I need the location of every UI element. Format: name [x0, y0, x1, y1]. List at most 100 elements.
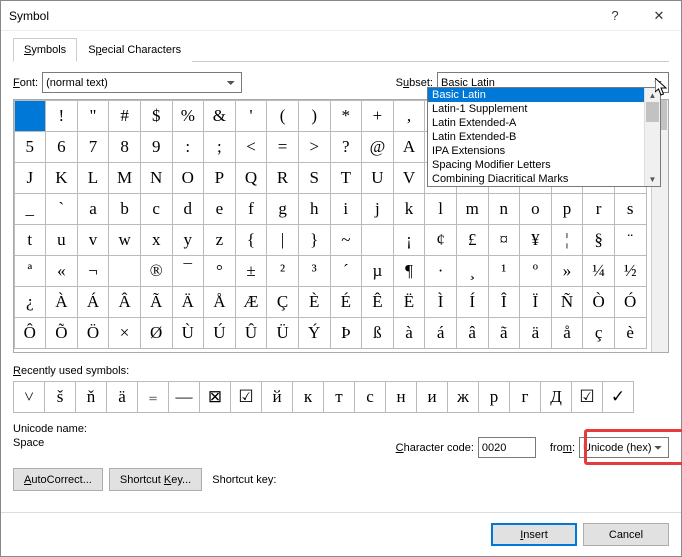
symbol-cell[interactable]: Ì	[424, 286, 457, 318]
symbol-cell[interactable]: ?	[330, 131, 363, 163]
symbol-cell[interactable]: P	[203, 162, 236, 194]
recent-symbol-cell[interactable]: т	[323, 381, 355, 413]
symbol-cell[interactable]: «	[45, 255, 78, 287]
subset-dropdown-popup[interactable]: Basic LatinLatin-1 SupplementLatin Exten…	[427, 87, 661, 187]
symbol-cell[interactable]: {	[235, 224, 268, 256]
symbol-cell[interactable]: M	[108, 162, 141, 194]
shortcut-key-button[interactable]: Shortcut Key...	[109, 468, 202, 491]
symbol-cell[interactable]: º	[519, 255, 552, 287]
symbol-cell[interactable]: }	[298, 224, 331, 256]
symbol-cell[interactable]: !	[45, 100, 78, 132]
subset-option[interactable]: Latin Extended-A	[428, 116, 660, 130]
recent-symbol-cell[interactable]: ⊠	[199, 381, 231, 413]
symbol-cell[interactable]: å	[551, 317, 584, 349]
recent-symbol-cell[interactable]: ☑	[230, 381, 262, 413]
symbol-cell[interactable]: Ñ	[551, 286, 584, 318]
symbol-cell[interactable]: N	[140, 162, 173, 194]
symbol-cell[interactable]: )	[298, 100, 331, 132]
symbol-cell[interactable]: À	[45, 286, 78, 318]
symbol-cell[interactable]: "	[77, 100, 110, 132]
symbol-cell[interactable]: ¥	[519, 224, 552, 256]
symbol-cell[interactable]: ¦	[551, 224, 584, 256]
symbol-cell[interactable]: ¯	[172, 255, 205, 287]
subset-option[interactable]: Combining Diacritical Marks	[428, 172, 660, 186]
recent-symbol-cell[interactable]: г	[509, 381, 541, 413]
recent-symbol-cell[interactable]: ゠	[137, 381, 169, 413]
recent-symbol-cell[interactable]: и	[416, 381, 448, 413]
symbol-cell[interactable]: Þ	[330, 317, 363, 349]
symbol-cell[interactable]: à	[393, 317, 426, 349]
symbol-cell[interactable]: ª	[14, 255, 47, 287]
symbol-cell[interactable]: Á	[77, 286, 110, 318]
symbol-cell[interactable]: (	[266, 100, 299, 132]
symbol-cell[interactable]: V	[393, 162, 426, 194]
dropdown-scrollbar[interactable]: ▲ ▼	[644, 88, 660, 186]
symbol-cell[interactable]: e	[203, 193, 236, 225]
subset-option[interactable]: Spacing Modifier Letters	[428, 158, 660, 172]
symbol-cell[interactable]: Ó	[614, 286, 647, 318]
symbol-cell[interactable]: h	[298, 193, 331, 225]
symbol-cell[interactable]: R	[266, 162, 299, 194]
symbol-cell[interactable]: g	[266, 193, 299, 225]
symbol-cell[interactable]: ´	[330, 255, 363, 287]
recent-symbol-cell[interactable]: н	[385, 381, 417, 413]
symbol-cell[interactable]: ±	[235, 255, 268, 287]
charcode-input[interactable]	[478, 437, 536, 458]
symbol-cell[interactable]: Ë	[393, 286, 426, 318]
symbol-cell[interactable]: ½	[614, 255, 647, 287]
symbol-cell[interactable]: ³	[298, 255, 331, 287]
symbol-cell[interactable]: Å	[203, 286, 236, 318]
symbol-cell[interactable]: Ä	[172, 286, 205, 318]
subset-option[interactable]: Basic Latin	[428, 88, 660, 102]
symbol-cell[interactable]: ×	[108, 317, 141, 349]
symbol-cell[interactable]: n	[488, 193, 521, 225]
symbol-cell[interactable]: á	[424, 317, 457, 349]
symbol-cell[interactable]: ß	[361, 317, 394, 349]
symbol-cell[interactable]: |	[266, 224, 299, 256]
symbol-cell[interactable]: x	[140, 224, 173, 256]
symbol-cell[interactable]: 7	[77, 131, 110, 163]
symbol-cell[interactable]: t	[14, 224, 47, 256]
symbol-cell[interactable]: L	[77, 162, 110, 194]
symbol-cell[interactable]: v	[77, 224, 110, 256]
symbol-cell[interactable]: ç	[582, 317, 615, 349]
symbol-cell[interactable]: 8	[108, 131, 141, 163]
symbol-cell[interactable]: É	[330, 286, 363, 318]
symbol-cell[interactable]: j	[361, 193, 394, 225]
symbol-cell[interactable]: ¿	[14, 286, 47, 318]
symbol-cell[interactable]: §	[582, 224, 615, 256]
symbol-cell[interactable]: $	[140, 100, 173, 132]
symbol-cell[interactable]: O	[172, 162, 205, 194]
symbol-cell[interactable]: Ø	[140, 317, 173, 349]
symbol-cell[interactable]: ;	[203, 131, 236, 163]
symbol-cell[interactable]: *	[330, 100, 363, 132]
symbol-cell[interactable]: ²	[266, 255, 299, 287]
symbol-cell[interactable]	[361, 224, 394, 256]
symbol-cell[interactable]: ¹	[488, 255, 521, 287]
symbol-cell[interactable]: ¬	[77, 255, 110, 287]
symbol-cell[interactable]: #	[108, 100, 141, 132]
recent-symbol-cell[interactable]: с	[354, 381, 386, 413]
symbol-cell[interactable]: Ô	[14, 317, 47, 349]
symbol-cell[interactable]: >	[298, 131, 331, 163]
symbol-cell[interactable]: a	[77, 193, 110, 225]
symbol-cell[interactable]: ¢	[424, 224, 457, 256]
symbol-cell[interactable]: l	[424, 193, 457, 225]
close-button[interactable]: ✕	[637, 1, 681, 30]
from-select[interactable]: Unicode (hex)	[579, 437, 669, 458]
tab-special-characters[interactable]: Special Characters	[77, 38, 192, 62]
symbol-cell[interactable]: `	[45, 193, 78, 225]
symbol-cell[interactable]: k	[393, 193, 426, 225]
symbol-cell[interactable]: K	[45, 162, 78, 194]
recent-symbol-cell[interactable]: ˅	[13, 381, 45, 413]
symbol-cell[interactable]: f	[235, 193, 268, 225]
recent-symbol-cell[interactable]: š	[44, 381, 76, 413]
font-select[interactable]: (normal text)	[42, 72, 242, 93]
symbol-cell[interactable]: Ã	[140, 286, 173, 318]
symbol-cell[interactable]: ã	[488, 317, 521, 349]
symbol-cell[interactable]: ¶	[393, 255, 426, 287]
subset-option[interactable]: IPA Extensions	[428, 144, 660, 158]
recent-symbol-cell[interactable]: ☑	[571, 381, 603, 413]
cancel-button[interactable]: Cancel	[583, 523, 669, 546]
symbol-cell[interactable]: T	[330, 162, 363, 194]
